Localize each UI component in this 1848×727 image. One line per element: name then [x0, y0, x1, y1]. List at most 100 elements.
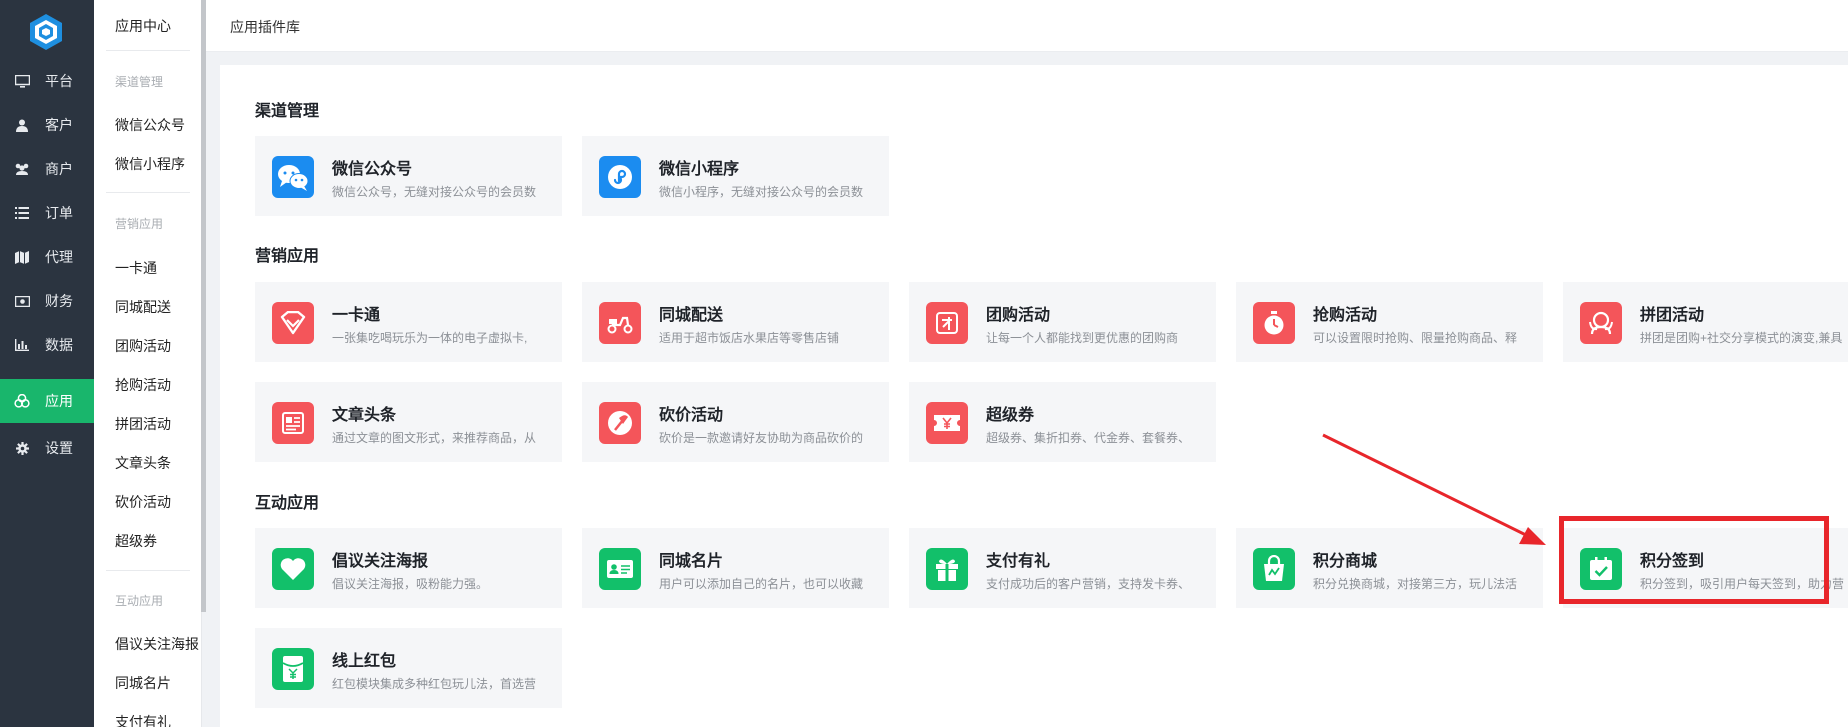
app-card-desc: 微信小程序，无缝对接公众号的会员数 — [659, 185, 864, 199]
app-card-name: 拼团活动 — [1640, 307, 1705, 324]
shopping-bag-icon — [1253, 548, 1295, 590]
page-title: 应用插件库 — [230, 19, 300, 35]
app-card-name: 团购活动 — [986, 307, 1051, 324]
app-card-name: 砍价活动 — [659, 407, 724, 424]
sidebar-item-flash-sale[interactable]: 抢购活动 — [115, 375, 200, 395]
sidebar-item-poster[interactable]: 倡议关注海报 — [115, 634, 200, 654]
app-card-points-mall[interactable]: 积分商城 积分兑换商城，对接第三方，玩儿法活 — [1236, 528, 1543, 608]
app-card-wechat-mini[interactable]: 微信小程序 微信小程序，无缝对接公众号的会员数 — [582, 136, 889, 216]
sidebar-section-marketing: 营销应用 — [115, 217, 164, 231]
gear-icon — [14, 441, 30, 455]
app-card-desc: 积分兑换商城，对接第三方，玩儿法活 — [1313, 577, 1518, 591]
nav-item-platform[interactable]: 平台 — [0, 59, 94, 103]
app-card-group-buy[interactable]: 团购活动 让每一个人都能找到更优惠的团购商 — [909, 282, 1216, 362]
section-title-interact: 互动应用 — [255, 495, 320, 512]
sidebar-item-business-card[interactable]: 同城名片 — [115, 673, 200, 693]
nav-item-settings[interactable]: 设置 — [0, 426, 94, 470]
bar-chart-icon — [14, 338, 30, 352]
app-card-name: 同城名片 — [659, 553, 724, 570]
sidebar-item-delivery[interactable]: 同城配送 — [115, 297, 200, 317]
group-buy-icon — [926, 302, 968, 344]
app-card-article[interactable]: 文章头条 通过文章的图文形式，来推荐商品，从 — [255, 382, 562, 462]
app-card-flash-sale[interactable]: 抢购活动 可以设置限时抢购、限量抢购商品、释 — [1236, 282, 1543, 362]
app-card-bargain[interactable]: 砍价活动 砍价是一款邀请好友协助为商品砍价的 — [582, 382, 889, 462]
app-card-business-card[interactable]: 同城名片 用户可以添加自己的名片，也可以收藏 — [582, 528, 889, 608]
sidebar-scrollbar[interactable] — [201, 0, 206, 612]
sidebar-item-wechat-mini[interactable]: 微信小程序 — [115, 154, 200, 174]
app-card-name: 积分商城 — [1313, 553, 1378, 570]
app-card-name: 倡议关注海报 — [332, 553, 429, 570]
sidebar-item-wechat-official[interactable]: 微信公众号 — [115, 115, 200, 135]
app-card-name: 文章头条 — [332, 407, 397, 424]
stopwatch-icon — [1253, 302, 1295, 344]
wechat-icon — [272, 156, 314, 198]
plugin-library-panel: 渠道管理 微信公众号 微信公众号，无缝对接公众号的会员数 微信小程序 微信小程序… — [220, 65, 1848, 727]
top-header: 应用插件库 — [206, 0, 1848, 52]
app-card-desc: 倡议关注海报，吸粉能力强。 — [332, 577, 489, 591]
sidebar-item-pay-gift[interactable]: 支付有礼 — [115, 712, 200, 727]
app-card-red-envelope[interactable]: 线上红包 红包模块集成多种红包玩儿法，首选营 — [255, 628, 562, 708]
app-card-super-coupon[interactable]: 超级券 超级券、集折扣券、代金券、套餐券、 — [909, 382, 1216, 462]
red-envelope-icon — [272, 648, 314, 690]
app-card-wechat-official[interactable]: 微信公众号 微信公众号，无缝对接公众号的会员数 — [255, 136, 562, 216]
nav-item-label: 代理 — [45, 249, 73, 265]
highlight-box — [1559, 516, 1829, 604]
app-card-pay-gift[interactable]: 支付有礼 支付成功后的客户营销，支持发卡券、 — [909, 528, 1216, 608]
nav-item-label: 订单 — [45, 205, 73, 221]
app-card-desc: 红包模块集成多种红包玩儿法，首选营 — [332, 677, 537, 691]
nav-item-customer[interactable]: 客户 — [0, 103, 94, 147]
app-card-name: 同城配送 — [659, 307, 724, 324]
nav-item-label: 设置 — [45, 440, 73, 456]
nav-item-order[interactable]: 订单 — [0, 191, 94, 235]
sidebar-item-article[interactable]: 文章头条 — [115, 453, 200, 473]
diamond-card-icon — [272, 302, 314, 344]
users-icon — [14, 162, 30, 176]
app-card-name: 一卡通 — [332, 307, 381, 324]
app-card-name: 支付有礼 — [986, 553, 1051, 570]
logo-icon[interactable] — [26, 12, 66, 52]
nav-item-data[interactable]: 数据 — [0, 323, 94, 367]
nav-item-agent[interactable]: 代理 — [0, 235, 94, 279]
money-icon — [14, 294, 30, 308]
group-icon — [1580, 302, 1622, 344]
app-card-card[interactable]: 一卡通 一张集吃喝玩乐为一体的电子虚拟卡, — [255, 282, 562, 362]
sidebar-section-interact: 互动应用 — [115, 594, 164, 608]
app-card-desc: 拼团是团购+社交分享模式的演变,兼具 — [1640, 331, 1843, 345]
app-card-delivery[interactable]: 同城配送 适用于超市饭店水果店等零售店铺 — [582, 282, 889, 362]
app-card-poster[interactable]: 倡议关注海报 倡议关注海报，吸粉能力强。 — [255, 528, 562, 608]
sidebar-item-super-coupon[interactable]: 超级券 — [115, 531, 200, 551]
map-icon — [14, 250, 30, 264]
app-center-sidebar: 应用中心 渠道管理 微信公众号 微信小程序 营销应用 一卡通 同城配送 团购活动… — [94, 0, 202, 727]
sidebar-item-bargain[interactable]: 砍价活动 — [115, 492, 200, 512]
sidebar-section-channel: 渠道管理 — [115, 75, 164, 89]
app-card-desc: 支付成功后的客户营销，支持发卡券、 — [986, 577, 1191, 591]
nav-item-finance[interactable]: 财务 — [0, 279, 94, 323]
nav-item-apps[interactable]: 应用 — [0, 379, 94, 423]
app-card-desc: 砍价是一款邀请好友协助为商品砍价的 — [659, 431, 864, 445]
app-card-name: 抢购活动 — [1313, 307, 1378, 324]
app-card-desc: 用户可以添加自己的名片，也可以收藏 — [659, 577, 864, 591]
nav-item-label: 平台 — [45, 73, 73, 89]
app-card-desc: 适用于超市饭店水果店等零售店铺 — [659, 331, 840, 345]
app-card-name: 微信小程序 — [659, 161, 740, 178]
nav-item-label: 应用 — [45, 393, 73, 409]
sidebar-item-group-deal[interactable]: 拼团活动 — [115, 414, 200, 434]
sidebar-header[interactable]: 应用中心 — [115, 16, 200, 36]
gift-icon — [926, 548, 968, 590]
scooter-icon — [599, 302, 641, 344]
sidebar-item-card[interactable]: 一卡通 — [115, 258, 200, 278]
app-card-desc: 让每一个人都能找到更优惠的团购商 — [986, 331, 1179, 345]
coupon-icon — [926, 402, 968, 444]
sidebar-item-group-buy[interactable]: 团购活动 — [115, 336, 200, 356]
nav-item-merchant[interactable]: 商户 — [0, 147, 94, 191]
list-icon — [14, 206, 30, 220]
main-nav: 平台 客户 商户 订单 代理 财务 数据 应用 设置 — [0, 0, 94, 727]
app-card-group-deal[interactable]: 拼团活动 拼团是团购+社交分享模式的演变,兼具 — [1563, 282, 1848, 362]
user-icon — [14, 118, 30, 132]
app-card-desc: 一张集吃喝玩乐为一体的电子虚拟卡, — [332, 331, 528, 345]
article-icon — [272, 402, 314, 444]
nav-item-label: 数据 — [45, 337, 73, 353]
heart-icon — [272, 548, 314, 590]
cubes-icon — [14, 394, 30, 408]
app-card-desc: 超级券、集折扣券、代金券、套餐券、 — [986, 431, 1191, 445]
